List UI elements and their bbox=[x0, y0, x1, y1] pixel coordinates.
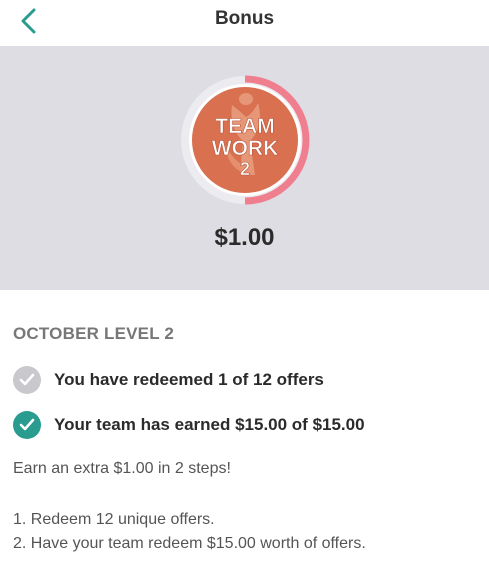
badge-text-line1: TEAM bbox=[215, 115, 275, 138]
team-work-badge: TEAM WORK 2 bbox=[180, 75, 310, 205]
requirement-label: Your team has earned $15.00 of $15.00 bbox=[54, 415, 365, 434]
bonus-amount: $1.00 bbox=[214, 224, 275, 251]
step-item: 2. Have your team redeem $15.00 worth of… bbox=[13, 535, 366, 552]
app-header: Bonus bbox=[0, 0, 489, 46]
bonus-hero: TEAM WORK 2 $1.00 bbox=[0, 46, 489, 290]
step-item: 1. Redeem 12 unique offers. bbox=[13, 511, 215, 528]
requirement-row-team: Your team has earned $15.00 of $15.00 bbox=[13, 411, 365, 439]
page-title: Bonus bbox=[214, 8, 275, 29]
bonus-description: Earn an extra $1.00 in 2 steps! bbox=[13, 460, 231, 477]
requirement-row-offers: You have redeemed 1 of 12 offers bbox=[13, 366, 324, 394]
check-circle-icon bbox=[13, 366, 41, 394]
check-circle-icon bbox=[13, 411, 41, 439]
badge-text-line3: 2 bbox=[240, 159, 250, 179]
level-title: OCTOBER LEVEL 2 bbox=[13, 324, 175, 343]
badge-text-line2: WORK bbox=[212, 137, 279, 160]
requirement-label: You have redeemed 1 of 12 offers bbox=[54, 370, 324, 389]
